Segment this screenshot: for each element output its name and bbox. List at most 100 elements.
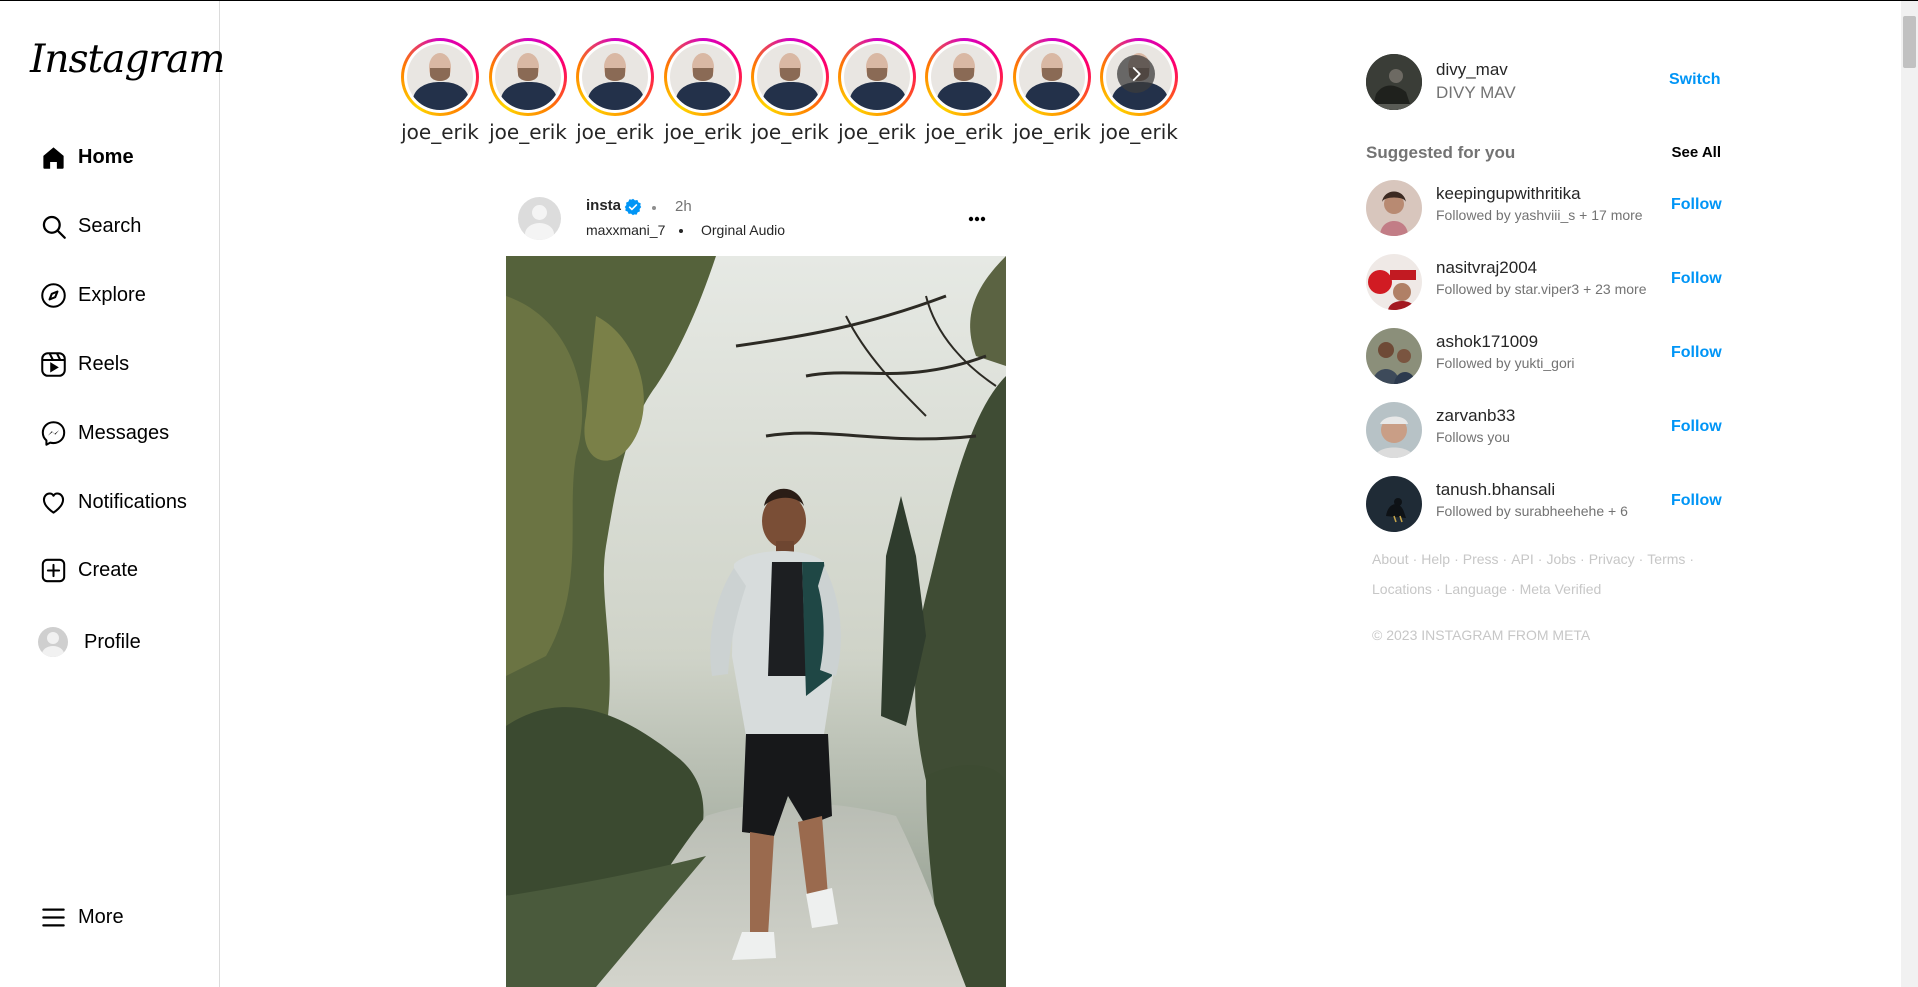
sidebar-item-create[interactable]: Create: [30, 546, 205, 594]
footer-links-row: About · Help · Press · API · Jobs · Privacy · Terms ·: [1372, 551, 1695, 567]
post-video[interactable]: [506, 256, 1006, 987]
footer-link-meta-verified[interactable]: Meta Verified: [1520, 581, 1602, 597]
post-author-username[interactable]: insta: [586, 197, 621, 214]
suggestion-username[interactable]: nasitvraj2004: [1436, 258, 1537, 278]
sidebar-item-search[interactable]: Search: [30, 202, 205, 250]
sidebar-item-messages[interactable]: Messages: [30, 409, 205, 457]
search-icon: [38, 211, 68, 241]
account-fullname: DIVY MAV: [1436, 83, 1516, 102]
verified-badge-icon: [624, 198, 642, 216]
story-username: joe_erik: [838, 120, 916, 144]
switch-account-button[interactable]: Switch: [1669, 71, 1721, 89]
story-username: joe_erik: [576, 120, 654, 144]
sidebar-item-label: Search: [78, 214, 142, 237]
suggestion-avatar[interactable]: [1366, 476, 1422, 532]
footer-link-language[interactable]: Language: [1445, 581, 1507, 597]
suggestion-username[interactable]: tanush.bhansali: [1436, 480, 1555, 500]
story-avatar: [1019, 44, 1085, 110]
story-item[interactable]: joe_erik: [835, 38, 919, 144]
story-item[interactable]: joe_erik: [398, 38, 482, 144]
story-username: joe_erik: [1013, 120, 1091, 144]
current-account: divy_mav DIVY MAV Switch: [1366, 54, 1726, 110]
window-top-border: [0, 0, 1918, 1]
story-avatar: [757, 44, 823, 110]
account-avatar[interactable]: [1366, 54, 1422, 110]
suggestion-username[interactable]: keepingupwithritika: [1436, 184, 1581, 204]
story-username: joe_erik: [664, 120, 742, 144]
suggestion-item: ashok171009 Followed by yukti_gori Follo…: [1366, 328, 1726, 386]
story-avatar: [931, 44, 997, 110]
follow-button[interactable]: Follow: [1671, 270, 1722, 288]
story-avatar: [670, 44, 736, 110]
story-item[interactable]: joe_erik: [573, 38, 657, 144]
post-timestamp: 2h: [675, 198, 692, 215]
suggestion-context: Followed by surabheehehe + 6: [1436, 503, 1628, 519]
post-audio-link[interactable]: Orginal Audio: [701, 222, 785, 238]
story-username: joe_erik: [751, 120, 829, 144]
post-collab-username[interactable]: maxxmani_7: [586, 222, 665, 238]
page-scrollbar[interactable]: [1901, 1, 1918, 987]
story-item[interactable]: joe_erik: [486, 38, 570, 144]
footer-link-locations[interactable]: Locations: [1372, 581, 1432, 597]
follow-button[interactable]: Follow: [1671, 418, 1722, 436]
sidebar-item-more[interactable]: More: [30, 893, 205, 941]
suggestion-item: keepingupwithritika Followed by yashviii…: [1366, 180, 1726, 238]
story-avatar: [495, 44, 561, 110]
instagram-logo[interactable]: Instagram: [30, 37, 225, 82]
footer-link-api[interactable]: API: [1511, 551, 1534, 567]
footer-link-terms[interactable]: Terms: [1647, 551, 1685, 567]
suggestion-avatar[interactable]: [1366, 328, 1422, 384]
footer-link-privacy[interactable]: Privacy: [1589, 551, 1635, 567]
heart-icon: [38, 487, 68, 517]
footer-link-about[interactable]: About: [1372, 551, 1409, 567]
suggestion-avatar[interactable]: [1366, 402, 1422, 458]
footer-link-help[interactable]: Help: [1421, 551, 1450, 567]
follow-button[interactable]: Follow: [1671, 196, 1722, 214]
story-item[interactable]: joe_erik: [748, 38, 832, 144]
sidebar-item-label: Create: [78, 558, 139, 581]
footer-link-jobs[interactable]: Jobs: [1546, 551, 1576, 567]
copyright-text: © 2023 INSTAGRAM FROM META: [1372, 627, 1591, 643]
more-options-icon[interactable]: [967, 212, 987, 226]
sidebar-item-profile[interactable]: Profile: [30, 618, 205, 666]
scrollbar-thumb[interactable]: [1903, 16, 1916, 68]
sidebar-item-reels[interactable]: Reels: [30, 340, 205, 388]
sidebar-item-notifications[interactable]: Notifications: [30, 478, 205, 526]
footer-link-press[interactable]: Press: [1463, 551, 1499, 567]
post-header: insta 2h maxxmani_7 Orginal Audio: [518, 193, 993, 245]
post-media-image: [506, 256, 1006, 987]
suggestion-username[interactable]: ashok171009: [1436, 332, 1538, 352]
see-all-link[interactable]: See All: [1672, 144, 1721, 161]
reels-icon: [38, 349, 68, 379]
post-author-avatar[interactable]: [518, 197, 561, 240]
footer-links: About · Help · Press · API · Jobs · Privacy · Terms ·…: [1372, 544, 1702, 604]
story-item[interactable]: joe_erik: [922, 38, 1006, 144]
story-avatar: [407, 44, 473, 110]
sidebar-item-label: Explore: [78, 283, 146, 306]
story-avatar: [582, 44, 648, 110]
suggestion-avatar[interactable]: [1366, 180, 1422, 236]
chevron-right-icon[interactable]: [1117, 55, 1155, 93]
story-avatar: [844, 44, 910, 110]
sidebar-item-home[interactable]: Home: [30, 133, 205, 181]
follow-button[interactable]: Follow: [1671, 344, 1722, 362]
sidebar-item-label: Home: [78, 145, 134, 168]
story-item[interactable]: joe_erik: [1010, 38, 1094, 144]
sidebar: Instagram Home Search Explore Reels Mess…: [0, 1, 225, 987]
suggestion-username[interactable]: zarvanb33: [1436, 406, 1515, 426]
suggestions-title: Suggested for you: [1366, 143, 1516, 162]
suggestion-context: Followed by star.viper3 + 23 more: [1436, 281, 1647, 297]
sidebar-item-explore[interactable]: Explore: [30, 271, 205, 319]
story-username: joe_erik: [1100, 120, 1178, 144]
separator-dot: [652, 206, 656, 210]
account-username[interactable]: divy_mav: [1436, 60, 1508, 80]
suggestion-avatar[interactable]: [1366, 254, 1422, 310]
messenger-icon: [38, 418, 68, 448]
follow-button[interactable]: Follow: [1671, 492, 1722, 510]
menu-icon: [38, 902, 68, 932]
compass-icon: [38, 280, 68, 310]
story-username: joe_erik: [401, 120, 479, 144]
story-item[interactable]: joe_erik: [1097, 38, 1181, 144]
story-item[interactable]: joe_erik: [661, 38, 745, 144]
sidebar-item-label: Messages: [78, 421, 170, 444]
